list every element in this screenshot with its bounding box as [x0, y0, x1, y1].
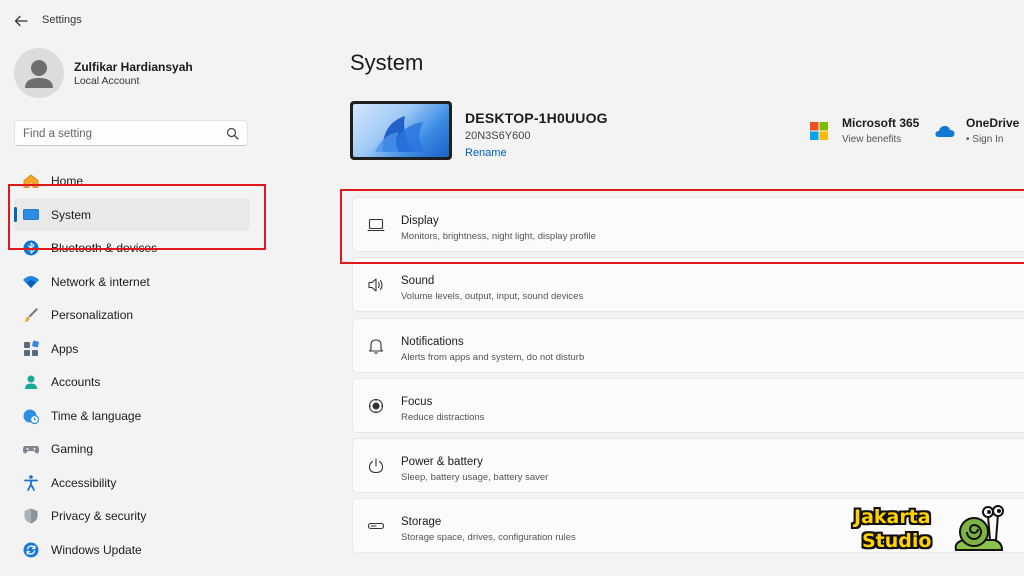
account-type: Local Account: [74, 75, 140, 87]
home-icon: [23, 174, 39, 188]
sidebar-item-label: Bluetooth & devices: [51, 241, 158, 255]
settings-search: [14, 120, 248, 146]
sidebar-item-label: Accessibility: [51, 475, 117, 490]
sidebar-item-personalization[interactable]: Personalization: [14, 298, 250, 332]
sidebar-item-label: Apps: [51, 341, 79, 356]
sidebar-item-apps[interactable]: Apps: [14, 332, 250, 366]
sidebar-item-label: Time & language: [51, 408, 142, 423]
person-icon: [25, 375, 37, 389]
card-title: Storage: [401, 516, 442, 529]
card-title: Focus: [401, 395, 433, 408]
sidebar-item-windows-update[interactable]: Windows Update: [14, 533, 250, 567]
sidebar-item-label: Gaming: [51, 442, 94, 456]
power-icon: [368, 458, 384, 474]
onedrive-title: OneDrive: [966, 116, 1020, 130]
bluetooth-icon: [23, 240, 39, 256]
onedrive-tile[interactable]: OneDrive • Sign In: [935, 114, 1024, 150]
wallpaper-preview: [353, 104, 449, 157]
system-icon: [23, 208, 39, 220]
sidebar-item-label: Privacy & security: [51, 509, 147, 523]
user-name: Zulfikar Hardiansyah: [74, 60, 193, 74]
onedrive-cloud-icon: [935, 126, 955, 137]
watermark-logo: Jakarta Studio: [852, 502, 1024, 560]
watermark-line-2: Studio: [862, 530, 932, 552]
card-subtitle: Alerts from apps and system, do not dist…: [401, 351, 585, 363]
accessibility-icon: [24, 474, 38, 491]
card-title: Power & battery: [401, 456, 483, 469]
gamepad-icon: [23, 446, 39, 454]
sidebar-item-home[interactable]: Home: [14, 164, 250, 198]
microsoft-365-title: Microsoft 365: [842, 116, 920, 130]
back-arrow-icon[interactable]: [12, 12, 30, 30]
active-indicator: [14, 206, 17, 222]
page-title: System: [350, 50, 424, 75]
storage-icon: [367, 523, 385, 530]
settings-card-sound[interactable]: Sound Volume levels, output, input, soun…: [352, 257, 1024, 313]
sidebar-item-label: Windows Update: [51, 542, 142, 557]
sidebar-item-label: System: [51, 207, 92, 222]
wifi-icon: [23, 275, 39, 288]
settings-card-display[interactable]: Display Monitors, brightness, night ligh…: [352, 197, 1024, 252]
title-bar: Settings: [0, 0, 1024, 40]
card-subtitle: Reduce distractions: [401, 411, 485, 423]
rename-link[interactable]: Rename: [465, 147, 507, 159]
sidebar-item-network[interactable]: Network & internet: [14, 265, 250, 299]
device-model: 20N3S6Y600: [465, 130, 531, 142]
microsoft-logo-icon: [810, 122, 828, 140]
update-icon: [23, 542, 39, 557]
card-subtitle: Volume levels, output, input, sound devi…: [401, 291, 584, 303]
card-subtitle: Monitors, brightness, night light, displ…: [401, 231, 596, 242]
snail-mascot-icon: [954, 505, 1004, 551]
microsoft-365-tile[interactable]: Microsoft 365 View benefits: [810, 114, 930, 150]
brush-icon: [24, 308, 38, 322]
avatar: [14, 48, 64, 98]
card-title: Notifications: [401, 335, 464, 348]
sidebar-item-bluetooth[interactable]: Bluetooth & devices: [14, 231, 250, 265]
settings-card-notifications[interactable]: Notifications Alerts from apps and syste…: [352, 317, 1024, 373]
apps-icon: [24, 340, 39, 356]
focus-icon: [368, 398, 384, 413]
sidebar-nav: Home System Bluetooth & devices Network …: [14, 164, 250, 566]
globe-clock-icon: [23, 409, 40, 424]
device-thumbnail: [350, 101, 452, 160]
sidebar-item-label: Accounts: [51, 375, 101, 389]
sidebar-item-privacy[interactable]: Privacy & security: [14, 499, 250, 533]
card-title: Sound: [401, 275, 435, 288]
card-subtitle: Sleep, battery usage, battery saver: [401, 472, 549, 484]
card-title: Display: [401, 215, 439, 227]
watermark-line-1: Jakarta: [854, 506, 931, 528]
sidebar-item-label: Home: [51, 174, 84, 188]
sidebar-item-gaming[interactable]: Gaming: [14, 432, 250, 466]
app-title: Settings: [42, 14, 82, 26]
settings-card-focus[interactable]: Focus Reduce distractions: [352, 377, 1024, 433]
sidebar-item-time-language[interactable]: Time & language: [14, 399, 250, 433]
settings-card-power-battery[interactable]: Power & battery Sleep, battery usage, ba…: [352, 438, 1024, 494]
shield-icon: [24, 508, 38, 524]
person-avatar-icon: [25, 60, 53, 88]
onedrive-subtitle: • Sign In: [966, 134, 1004, 145]
microsoft-365-subtitle: View benefits: [842, 134, 902, 145]
monitor-icon: [367, 218, 385, 232]
sidebar-item-label: Network & internet: [51, 274, 150, 289]
device-name: DESKTOP-1H0UUOG: [465, 110, 608, 126]
sidebar-item-system[interactable]: System: [14, 197, 250, 231]
user-profile[interactable]: Zulfikar Hardiansyah Local Account: [14, 48, 314, 100]
windows-bloom-icon: [375, 116, 425, 152]
search-input[interactable]: [23, 125, 223, 142]
sidebar-item-accounts[interactable]: Accounts: [14, 365, 250, 399]
sidebar-item-label: Personalization: [51, 308, 134, 322]
sidebar-item-accessibility[interactable]: Accessibility: [14, 466, 250, 500]
speaker-icon: [368, 278, 383, 292]
card-subtitle: Storage space, drives, configuration rul…: [401, 532, 576, 544]
bell-icon: [368, 339, 384, 354]
search-icon[interactable]: [226, 127, 239, 140]
